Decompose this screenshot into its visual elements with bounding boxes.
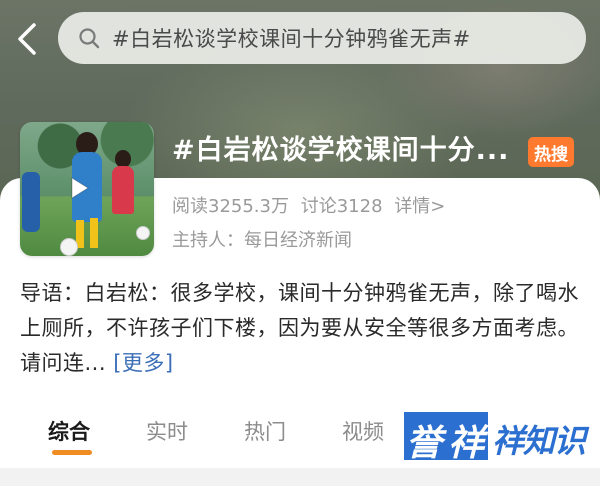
tab-realtime[interactable]: 实时 [146,416,188,446]
search-query-text: #白岩松谈学校课间十分钟鸦雀无声# [112,27,471,51]
tab-comprehensive[interactable]: 综合 [48,416,90,446]
watermark-char-1: 誉 [406,423,443,464]
watermark-logo: 誉 祥 祥知识 [404,408,590,464]
back-button[interactable] [14,22,40,56]
hot-badge: 热搜 [528,137,574,167]
thumbnail-child-left [22,172,40,232]
thumbnail-ball [60,238,78,256]
search-bar[interactable]: #白岩松谈学校课间十分钟鸦雀无声# [58,12,586,64]
thumbnail-child-right [112,166,134,214]
topic-intro: 导语：白岩松：很多学校，课间十分钟鸦雀无声，除了喝水上厕所，不许孩子们下楼，因为… [20,276,585,381]
intro-text: 导语：白岩松：很多学校，课间十分钟鸦雀无声，除了喝水上厕所，不许孩子们下楼，因为… [20,281,579,375]
back-arrow-icon [18,23,36,55]
read-count: 阅读3255.3万 [172,196,289,217]
thumbnail-sock-right [90,218,98,248]
tab-popular[interactable]: 热门 [244,416,286,446]
discussion-count: 讨论3128 [300,196,383,217]
watermark-char-2: 祥 [448,423,485,464]
play-icon[interactable] [70,176,90,200]
section-divider [0,468,600,486]
topic-stats: 阅读3255.3万 讨论3128 详情> [172,192,451,218]
details-link[interactable]: 详情> [394,196,445,217]
thumbnail-ball-2 [136,226,150,240]
topic-host: 主持人：每日经济新闻 [172,230,352,251]
search-icon [79,28,100,49]
tab-video[interactable]: 视频 [342,416,384,446]
active-tab-indicator [52,450,92,455]
more-link[interactable]: [更多] [113,351,173,375]
topic-title: #白岩松谈学校课间十分... [172,135,510,166]
watermark-text: 祥知识 [492,422,586,460]
